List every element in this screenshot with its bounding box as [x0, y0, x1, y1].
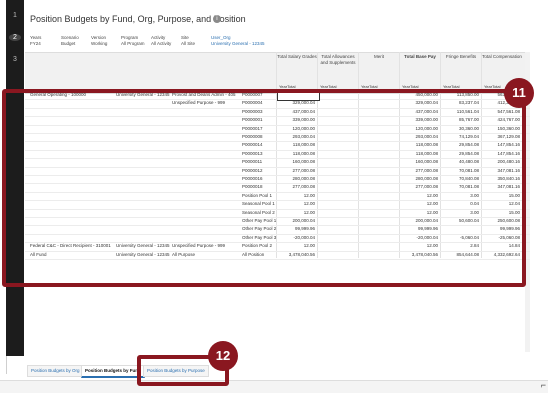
- pov-selector[interactable]: Version Working: [91, 35, 107, 46]
- pov-selector[interactable]: Activity All Activity: [151, 35, 171, 46]
- row-number: 1: [13, 12, 17, 19]
- pov-member-value: Budget: [61, 40, 76, 46]
- pov-selector[interactable]: Scenario Budget: [61, 35, 79, 46]
- pov-dimension-label: Version: [91, 35, 107, 40]
- callout-badge-11: 11: [504, 78, 534, 108]
- column-header[interactable]: Total Compensation: [482, 54, 522, 60]
- corner-bracket-icon: ⌐: [540, 380, 546, 390]
- pov-member-value: FY24: [30, 40, 41, 46]
- sheet-tabs: Position Budgets by Org Position Budgets …: [25, 365, 530, 378]
- pov-member-value: Working: [91, 40, 108, 46]
- column-header[interactable]: Total Allowances and Supplements: [318, 54, 358, 65]
- callout-box-11: [2, 89, 526, 287]
- pov-selector[interactable]: Program All Program: [121, 35, 145, 46]
- row-number: 3: [13, 56, 17, 63]
- pov-member-value: All Program: [121, 40, 145, 46]
- callout-badge-12: 12: [208, 341, 238, 371]
- pov-selector[interactable]: User_Org University General - 12345: [211, 35, 265, 46]
- pov-selector[interactable]: Site All Site: [181, 35, 195, 46]
- pov-member-value: University General - 12345: [211, 40, 265, 46]
- row-number: 2: [9, 34, 21, 41]
- pov-dimension-label: Years: [30, 35, 42, 40]
- column-header[interactable]: Merit: [359, 54, 399, 60]
- pov-member-value: All Site: [181, 40, 196, 46]
- bottom-bar: [0, 380, 548, 393]
- column-header[interactable]: Fringe Benefits: [441, 54, 481, 60]
- pov-member-value: All Activity: [151, 40, 172, 46]
- sheet-tab[interactable]: Position Budgets by Org: [27, 365, 84, 377]
- sheet-tab[interactable]: Position Budgets by Fund: [81, 365, 145, 378]
- info-icon[interactable]: i: [213, 15, 221, 23]
- pov-dimension-label: Scenario: [61, 35, 79, 40]
- column-header[interactable]: Total Salary Grades: [277, 54, 317, 60]
- pov-selector[interactable]: Years FY24: [30, 35, 41, 46]
- column-header[interactable]: Total Base Pay: [400, 54, 440, 60]
